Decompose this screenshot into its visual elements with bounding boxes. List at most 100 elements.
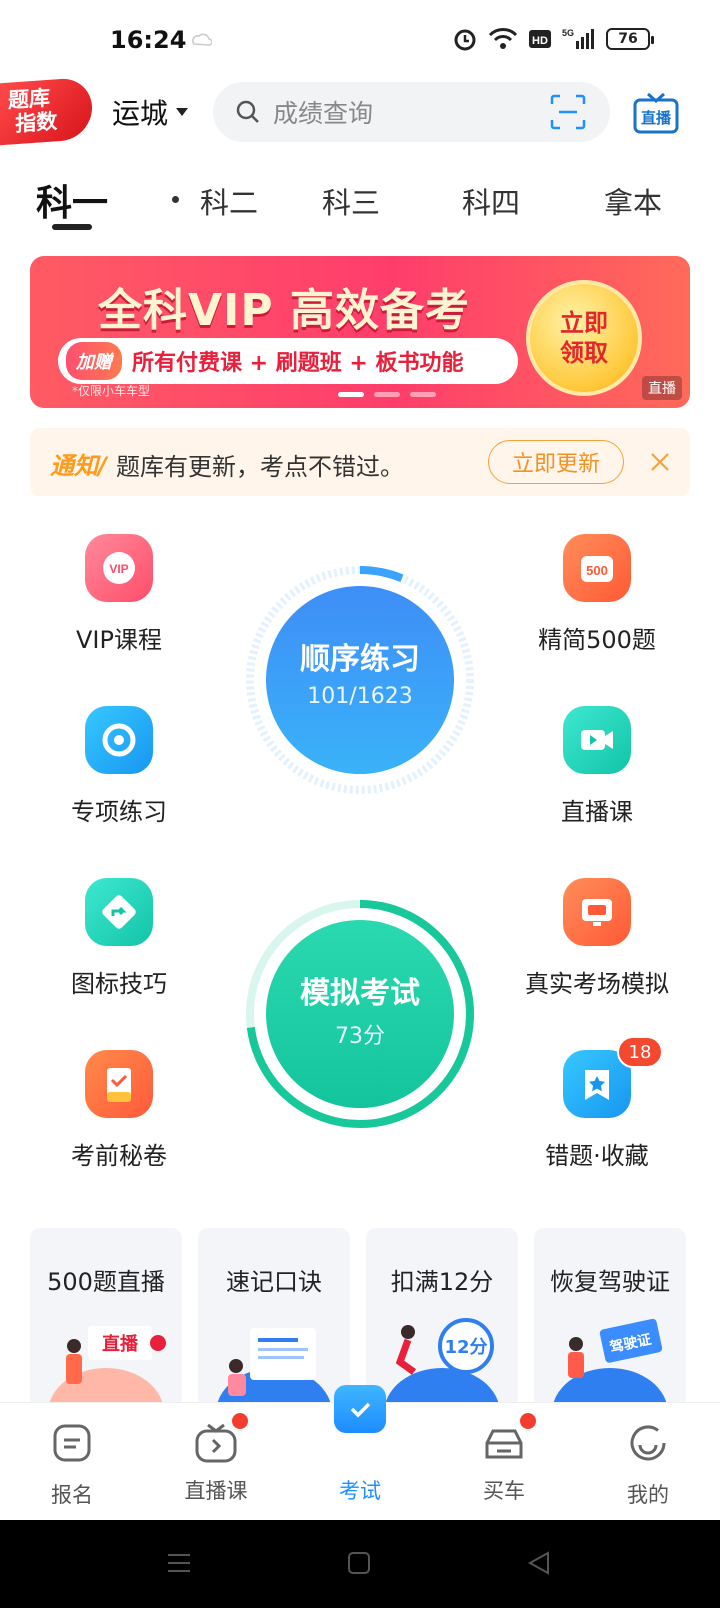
promo-banner[interactable]: 全科VIP 高效备考 加赠 所有付费课 + 刷题班 + 板书功能 *仅限小车车型… — [30, 256, 690, 408]
card-title: 500题直播 — [47, 1268, 165, 1296]
monitor-icon — [563, 878, 631, 946]
practice-ring — [246, 566, 474, 794]
header: 题库 指数 运城 成绩查询 直播 — [0, 76, 720, 148]
svg-text:直播: 直播 — [641, 109, 672, 127]
city-selector[interactable]: 运城 — [112, 92, 189, 132]
banner-note: *仅限小车车型 — [72, 384, 151, 398]
feature-live-course[interactable]: 直播课 — [502, 706, 692, 827]
weather-icon — [192, 33, 212, 46]
svg-text:HD: HD — [532, 35, 548, 47]
update-now-button[interactable]: 立即更新 — [488, 440, 624, 484]
nav-label: 报名 — [51, 1483, 93, 1507]
live-illustration: 直播 — [48, 1326, 166, 1408]
tab-subject-4[interactable]: 科四 — [462, 180, 520, 222]
nav-mine[interactable]: 我的 — [588, 1421, 708, 1509]
tv-icon — [194, 1413, 248, 1465]
tab-subject-2[interactable]: 科二 — [200, 180, 258, 222]
practice-progress: 101/1623 — [307, 684, 413, 709]
vip-icon: VIP — [85, 534, 153, 602]
license-illustration: 驾驶证 — [552, 1318, 668, 1408]
search-placeholder: 成绩查询 — [273, 99, 374, 128]
home-icon[interactable] — [344, 1548, 374, 1578]
banner-claim-button[interactable]: 立即 领取 — [526, 280, 642, 396]
banner-tag: 直播 — [642, 376, 682, 400]
search-bar[interactable]: 成绩查询 — [213, 82, 610, 142]
nav-exam[interactable]: 考试 — [300, 1421, 420, 1505]
clipboard-icon — [85, 1050, 153, 1118]
hd-icon: HD — [529, 30, 551, 48]
feature-label: 考前秘卷 — [71, 1142, 167, 1170]
practice-label: 顺序练习 — [300, 642, 420, 677]
feature-special-practice[interactable]: 专项练习 — [24, 706, 214, 827]
feature-simple-500[interactable]: 500 精简500题 — [502, 534, 692, 655]
bookmark-star-icon: 18 — [563, 1036, 663, 1118]
scan-icon[interactable] — [550, 94, 586, 130]
feature-vip-course[interactable]: VIP VIP课程 — [24, 534, 214, 655]
live-tv-icon[interactable]: 直播 — [632, 88, 680, 136]
banner-perks-pill: 加赠 所有付费课 + 刷题班 + 板书功能 — [58, 338, 518, 384]
feature-sign-tips[interactable]: 图标技巧 — [24, 878, 214, 999]
subject-tabs: 科一 科二 科三 科四 拿本 — [0, 168, 720, 238]
tab-get-license[interactable]: 拿本 — [604, 180, 662, 222]
sequential-practice-button[interactable]: 顺序练习 101/1623 — [242, 562, 478, 798]
feature-label: 图标技巧 — [71, 970, 167, 998]
banner-gift-label: 加赠 — [66, 342, 122, 380]
app-logo[interactable]: 题库 指数 — [0, 76, 92, 146]
card-12-points[interactable]: 扣满12分 12分 — [366, 1228, 518, 1408]
feature-secret-paper[interactable]: 考前秘卷 — [24, 1050, 214, 1171]
banner-dot — [374, 392, 400, 397]
tab-subject-3[interactable]: 科三 — [322, 180, 380, 222]
caret-down-icon — [176, 108, 189, 116]
signal-icon: 5G — [562, 28, 594, 49]
alarm-icon — [454, 29, 476, 51]
notification-dot — [232, 1413, 248, 1429]
bottom-navigation: 报名 直播课 考试 买车 我的 — [0, 1385, 720, 1520]
nav-label: 我的 — [627, 1483, 669, 1507]
penalty-illustration: 12分 — [384, 1318, 500, 1408]
card-mnemonics[interactable]: 速记口诀 — [198, 1228, 350, 1408]
svg-text:直播: 直播 — [102, 1333, 139, 1355]
nav-buy-car[interactable]: 买车 — [444, 1413, 564, 1505]
notice-label: 通知/ — [50, 452, 107, 480]
exam-label: 模拟考试 — [300, 976, 420, 1011]
banner-title: 全科VIP 高效备考 — [98, 285, 470, 336]
study-illustration — [216, 1328, 332, 1408]
target-icon — [85, 706, 153, 774]
status-time: 16:24 — [110, 26, 187, 54]
menu-icon[interactable] — [164, 1548, 194, 1578]
system-navigation-bar — [0, 1520, 720, 1608]
nav-register[interactable]: 报名 — [12, 1421, 132, 1509]
500-icon: 500 — [563, 534, 631, 602]
banner-pagination — [338, 392, 436, 397]
back-icon[interactable] — [524, 1548, 554, 1578]
status-bar: 16:24 HD 5G 76 — [0, 0, 720, 80]
card-title: 恢复驾驶证 — [550, 1268, 670, 1296]
banner-dot — [338, 392, 364, 397]
feature-real-exam[interactable]: 真实考场模拟 — [502, 878, 692, 999]
mock-exam-button[interactable]: 模拟考试 73分 — [242, 896, 478, 1132]
smile-icon — [630, 1425, 666, 1461]
close-icon[interactable] — [646, 448, 674, 476]
feature-label: 直播课 — [561, 798, 633, 826]
battery-icon: 76 — [606, 28, 654, 50]
nav-live-course[interactable]: 直播课 — [156, 1413, 276, 1505]
card-500-live[interactable]: 500题直播 直播 — [30, 1228, 182, 1408]
car-icon — [482, 1413, 536, 1465]
status-icons: HD 5G 76 — [452, 26, 654, 52]
feature-label: VIP课程 — [76, 626, 162, 654]
battery-level: 76 — [618, 31, 638, 47]
feature-label: 精简500题 — [538, 626, 656, 654]
card-title: 扣满12分 — [390, 1268, 494, 1296]
svg-text:5G: 5G — [562, 28, 574, 38]
notice-message: 题库有更新，考点不错过。 — [116, 453, 404, 481]
tab-dot — [172, 196, 179, 203]
feature-label: 错题·收藏 — [545, 1142, 649, 1170]
card-restore-license[interactable]: 恢复驾驶证 驾驶证 — [534, 1228, 686, 1408]
feature-label: 专项练习 — [71, 798, 167, 826]
claim-line-1: 立即 — [560, 309, 608, 337]
exam-folder-icon[interactable] — [334, 1385, 386, 1433]
exam-ring — [246, 900, 474, 1128]
tab-subject-1[interactable]: 科一 — [36, 174, 108, 226]
nav-label: 考试 — [339, 1479, 381, 1503]
feature-wrong-favorites[interactable]: 18 错题·收藏 — [502, 1036, 692, 1171]
